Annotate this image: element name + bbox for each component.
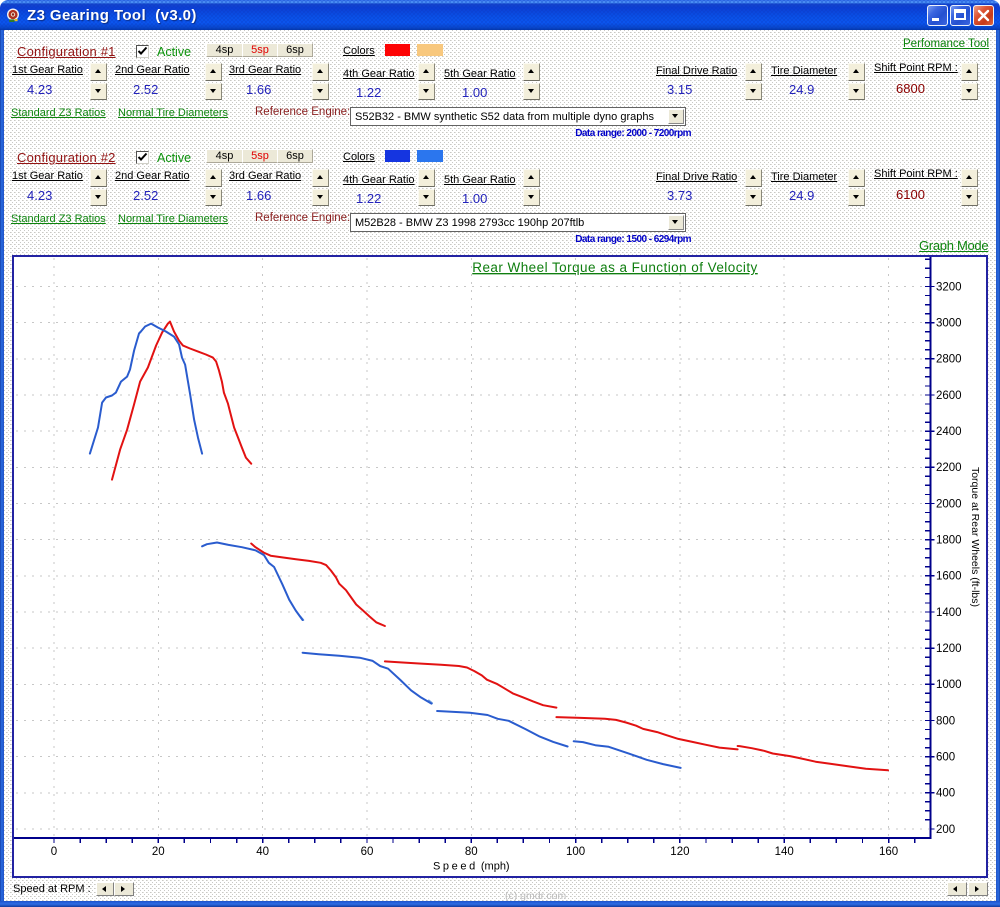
svg-text:3000: 3000 bbox=[936, 318, 962, 330]
svg-text:2400: 2400 bbox=[936, 426, 962, 438]
svg-text:2200: 2200 bbox=[936, 462, 962, 474]
svg-text:800: 800 bbox=[936, 715, 955, 727]
svg-text:Speed (mph): Speed (mph) bbox=[433, 861, 510, 873]
svg-text:3200: 3200 bbox=[936, 281, 962, 293]
svg-text:1000: 1000 bbox=[936, 679, 962, 691]
svg-text:140: 140 bbox=[775, 846, 794, 858]
svg-text:Torque at Rear Wheels (ft-lbs): Torque at Rear Wheels (ft-lbs) bbox=[969, 467, 981, 607]
svg-text:40: 40 bbox=[256, 846, 269, 858]
svg-text:1600: 1600 bbox=[936, 571, 962, 583]
svg-text:2800: 2800 bbox=[936, 354, 962, 366]
svg-text:100: 100 bbox=[566, 846, 585, 858]
svg-text:600: 600 bbox=[936, 752, 955, 764]
svg-text:Rear Wheel Torque as a Functio: Rear Wheel Torque as a Function of Veloc… bbox=[472, 260, 758, 275]
svg-text:400: 400 bbox=[936, 788, 955, 800]
svg-text:80: 80 bbox=[465, 846, 478, 858]
svg-text:120: 120 bbox=[670, 846, 689, 858]
svg-text:20: 20 bbox=[152, 846, 165, 858]
svg-text:60: 60 bbox=[361, 846, 374, 858]
svg-text:1200: 1200 bbox=[936, 643, 962, 655]
svg-text:2600: 2600 bbox=[936, 390, 962, 402]
svg-text:160: 160 bbox=[879, 846, 898, 858]
svg-text:200: 200 bbox=[936, 824, 955, 836]
svg-text:1800: 1800 bbox=[936, 535, 962, 547]
svg-text:2000: 2000 bbox=[936, 498, 962, 510]
svg-text:0: 0 bbox=[51, 846, 57, 858]
svg-text:1400: 1400 bbox=[936, 607, 962, 619]
